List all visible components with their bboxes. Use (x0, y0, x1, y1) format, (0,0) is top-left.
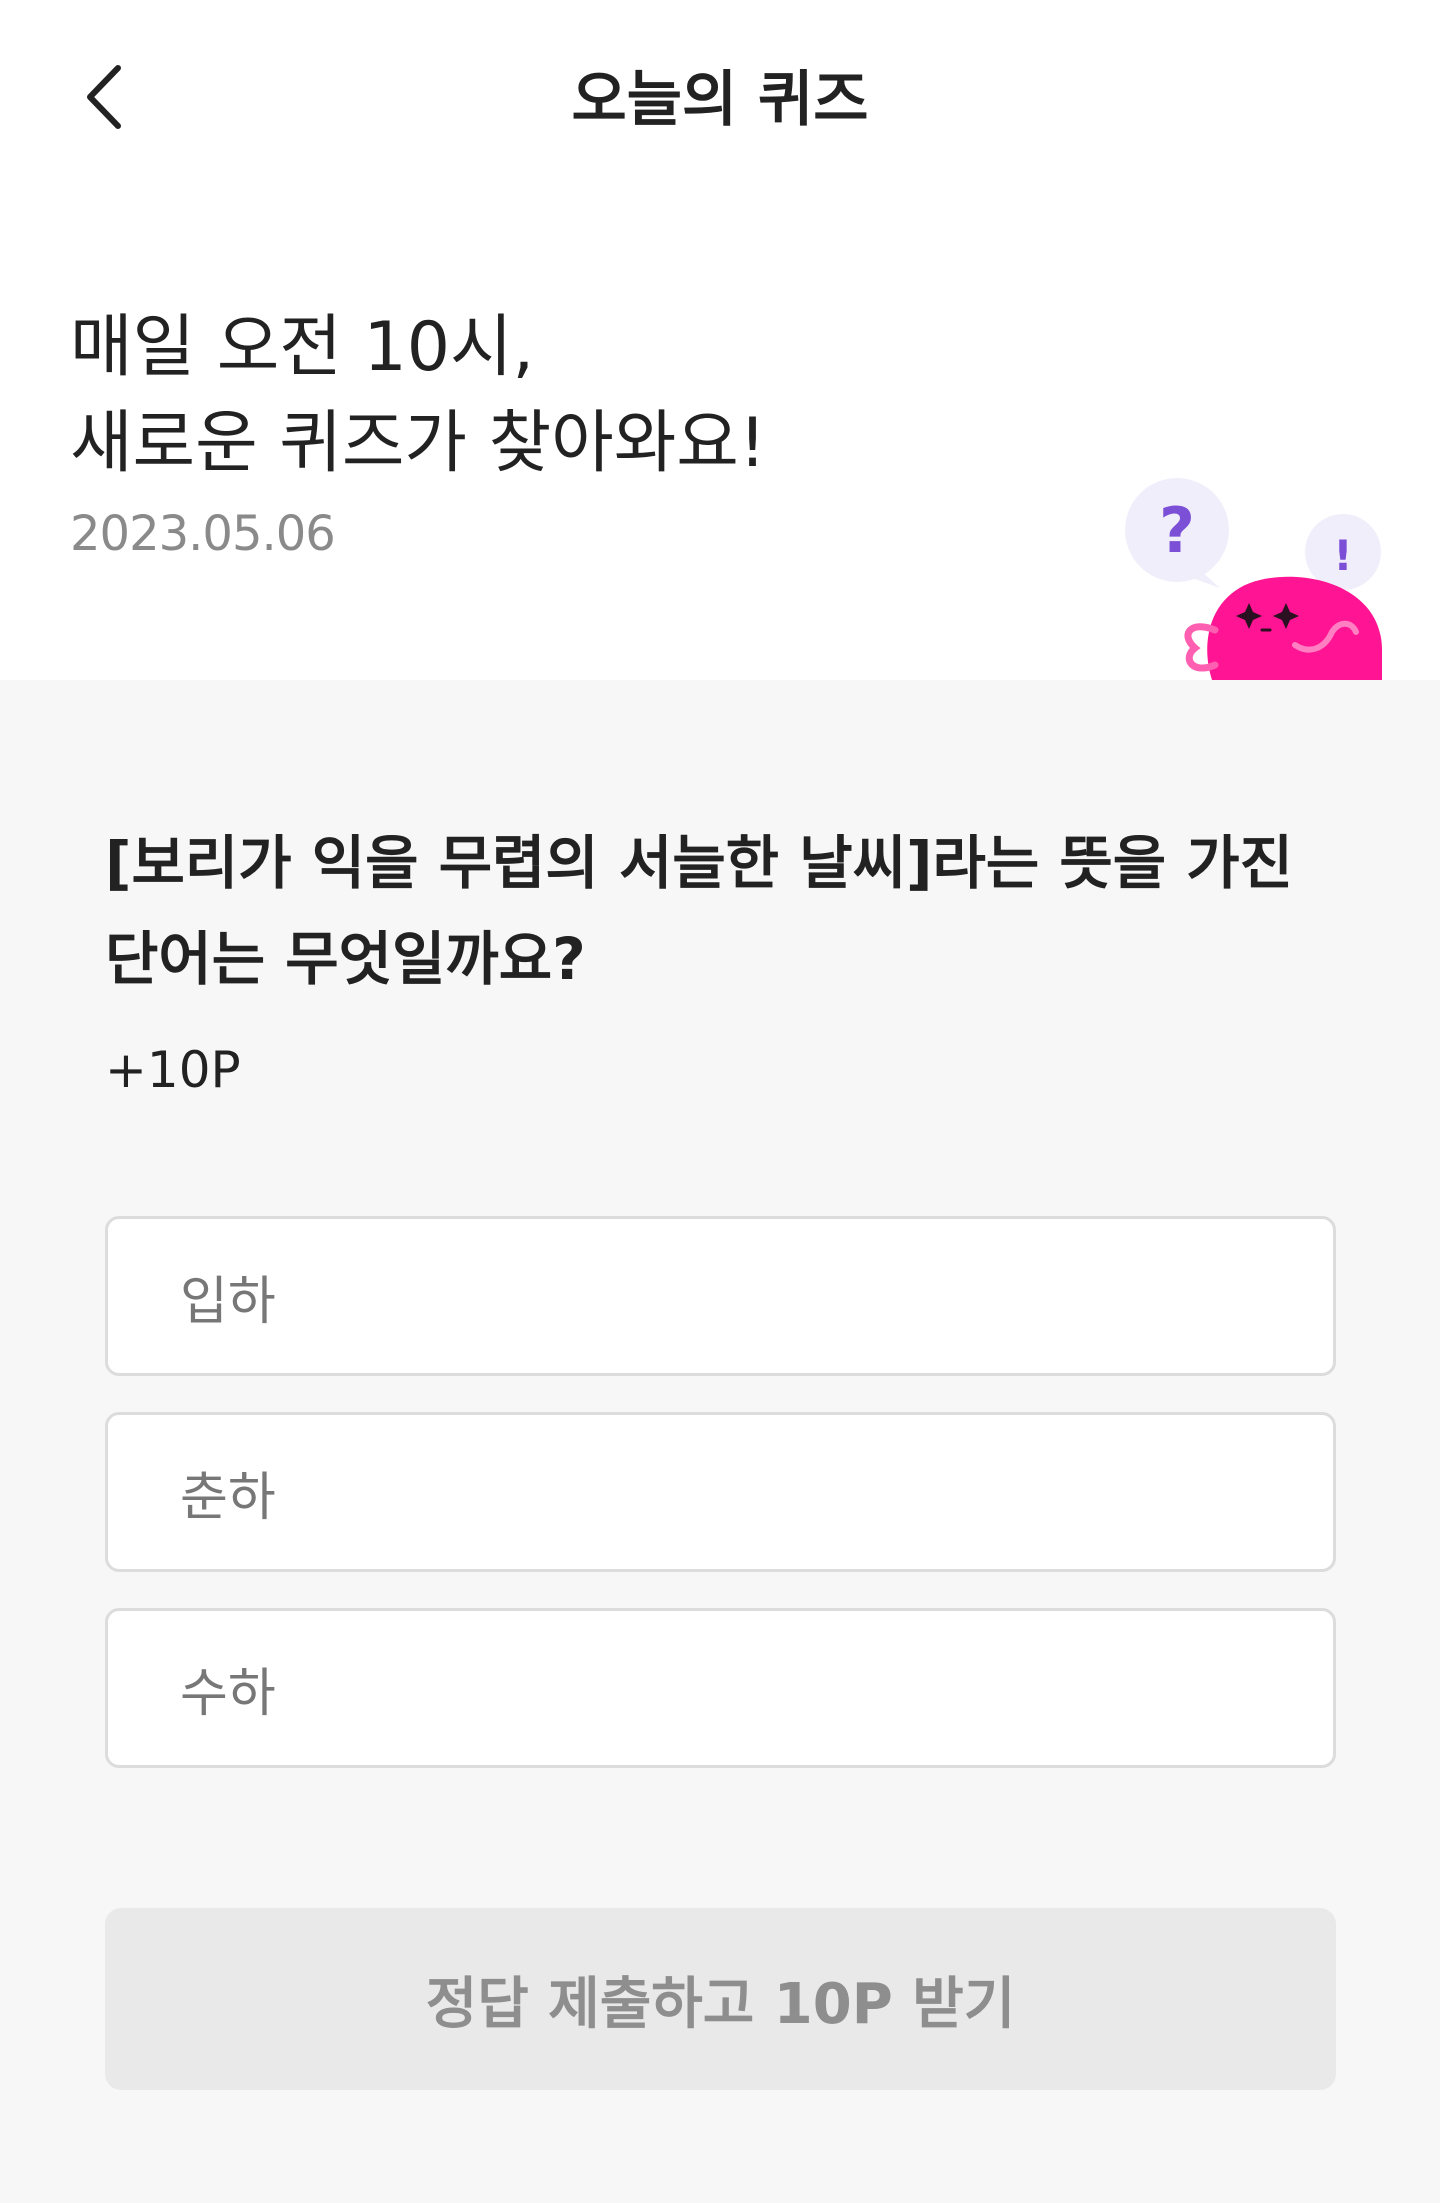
answer-option-1[interactable]: 입하 (105, 1216, 1336, 1376)
quiz-question: [보리가 익을 무렵의 서늘한 날씨]라는 뜻을 가진 단어는 무엇일까요? (105, 815, 1345, 1007)
intro-line-2: 새로운 퀴즈가 찾아와요! (70, 404, 767, 483)
submit-button-label: 정답 제출하고 10P 받기 (425, 1971, 1016, 2037)
quiz-page: 오늘의 퀴즈 매일 오전 10시, 새로운 퀴즈가 찾아와요! 2023.05.… (0, 0, 1440, 2203)
intro-line-1: 매일 오전 10시, (70, 308, 535, 387)
app-bar: 오늘의 퀴즈 (0, 0, 1440, 200)
question-line-2: 단어는 무엇일까요? (105, 925, 586, 993)
answer-option-label: 입하 (180, 1271, 276, 1332)
answer-option-3[interactable]: 수하 (105, 1608, 1336, 1768)
question-mark: ? (1159, 494, 1195, 567)
page-title: 오늘의 퀴즈 (571, 65, 869, 135)
mascot-illustration: ? ! (1120, 470, 1420, 680)
intro-block: 매일 오전 10시, 새로운 퀴즈가 찾아와요! 2023.05.06 (70, 300, 1070, 566)
points-reward: +10P (105, 1041, 241, 1099)
answer-option-2[interactable]: 춘하 (105, 1412, 1336, 1572)
mascot-icon: ? ! (1125, 478, 1382, 680)
question-line-1: [보리가 익을 무렵의 서늘한 날씨]라는 뜻을 가진 (105, 829, 1294, 897)
top-section: 오늘의 퀴즈 매일 오전 10시, 새로운 퀴즈가 찾아와요! 2023.05.… (0, 0, 1440, 680)
answer-option-label: 춘하 (180, 1467, 276, 1528)
answer-option-label: 수하 (180, 1663, 276, 1724)
quiz-date: 2023.05.06 (70, 506, 336, 562)
answer-options: 입하 춘하 수하 (105, 1216, 1336, 1804)
exclaim-mark: ! (1333, 531, 1352, 580)
submit-button[interactable]: 정답 제출하고 10P 받기 (105, 1908, 1336, 2090)
